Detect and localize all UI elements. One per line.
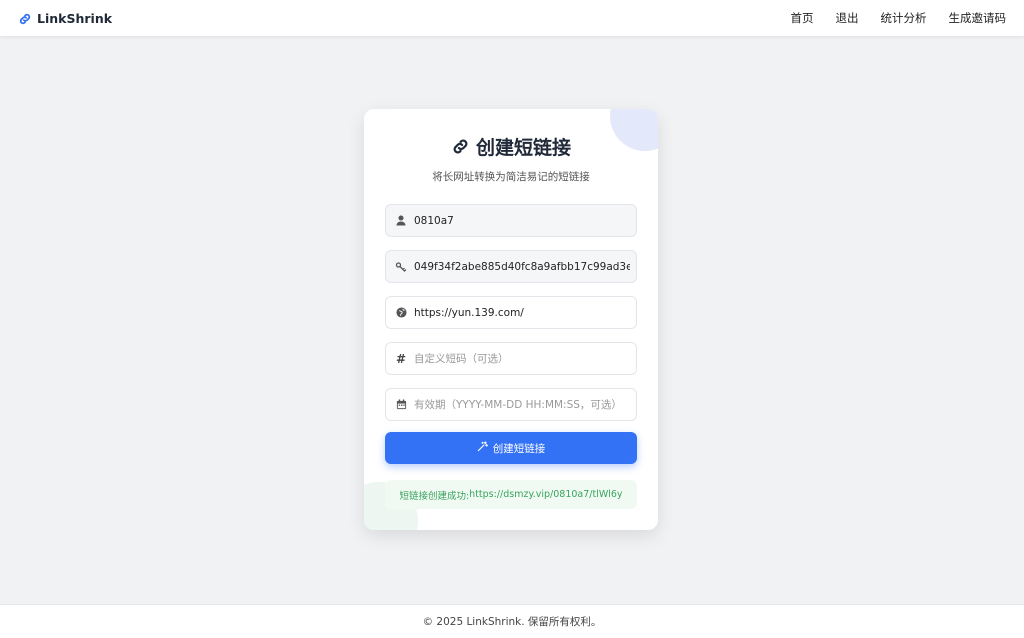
key-icon [388,261,414,273]
card-title: 创建短链接 [364,133,658,160]
nav-link-invite-code[interactable]: 生成邀请码 [949,10,1007,26]
success-message-prefix: 短链接创建成功: [399,490,470,502]
calendar-icon [388,399,414,410]
custom-code-field[interactable]: # [385,342,637,375]
success-message: 短链接创建成功: https://dsmzy.vip/0810a7/tlWl6y [385,480,637,509]
key-input[interactable] [414,260,636,273]
nav-link-statistics[interactable]: 统计分析 [881,10,927,26]
nav-links: 首页 退出 统计分析 生成邀请码 [791,10,1007,26]
user-icon [388,215,414,226]
create-link-card: 创建短链接 将长网址转换为简洁易记的短链接 # [364,109,658,530]
globe-icon [388,307,414,318]
create-short-link-button[interactable]: 创建短链接 [385,432,637,464]
username-field[interactable] [385,204,637,237]
expiry-field[interactable] [385,388,637,421]
hash-icon: # [395,351,407,366]
short-link[interactable]: https://dsmzy.vip/0810a7/tlWl6y [469,489,622,500]
custom-code-input[interactable] [414,352,636,365]
link-icon [18,11,32,25]
brand-name: LinkShrink [37,10,113,26]
create-short-link-label: 创建短链接 [492,442,546,455]
top-navbar: LinkShrink 首页 退出 统计分析 生成邀请码 [0,0,1024,36]
card-subtitle: 将长网址转换为简洁易记的短链接 [432,171,590,183]
link-icon [451,137,470,156]
long-url-input[interactable] [414,306,636,319]
footer-copyright: © 2025 LinkShrink. 保留所有权利。 [422,616,602,628]
page-footer: © 2025 LinkShrink. 保留所有权利。 [0,604,1024,638]
key-field[interactable] [385,250,637,283]
nav-link-home[interactable]: 首页 [791,10,814,26]
expiry-input[interactable] [414,398,636,411]
username-input[interactable] [414,214,636,227]
nav-link-logout[interactable]: 退出 [836,10,859,26]
url-field[interactable] [385,296,637,329]
brand-logo-link[interactable]: LinkShrink [18,11,112,26]
magic-wand-icon [477,441,488,455]
card-title-text: 创建短链接 [475,137,571,159]
